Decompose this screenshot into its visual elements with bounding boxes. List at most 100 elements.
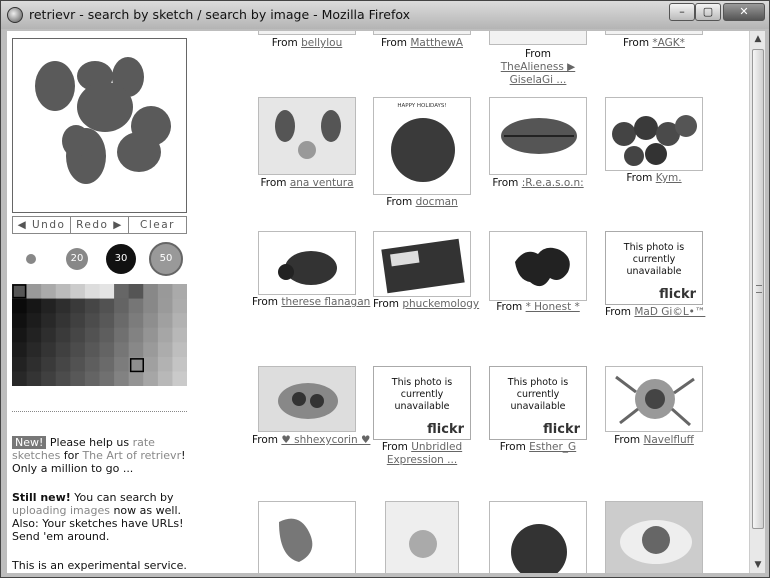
palette-swatch[interactable] [114,371,130,387]
brush-size-50[interactable]: 50 [149,242,183,276]
palette-swatch[interactable] [84,284,100,300]
palette-swatch[interactable] [143,298,159,314]
palette-swatch[interactable] [128,371,144,387]
palette-swatch[interactable] [41,356,57,372]
palette-swatch[interactable] [55,371,71,387]
palette-swatch[interactable] [41,284,57,300]
palette-swatch[interactable] [55,313,71,329]
vertical-scrollbar[interactable]: ▲ ▼ [749,31,765,573]
palette-swatch[interactable] [70,342,86,358]
author-link[interactable]: bellylou [301,37,342,49]
result-thumbnail[interactable] [258,31,356,35]
palette-swatch[interactable] [143,327,159,343]
scroll-down-arrow-icon[interactable]: ▼ [750,557,766,573]
author-link[interactable]: MaD Gi©L•™ [634,306,705,318]
result-thumbnail-food[interactable] [605,501,703,573]
palette-swatch[interactable] [84,327,100,343]
author-link[interactable]: Esther_G [529,441,576,453]
palette-swatch[interactable] [99,356,115,372]
result-thumbnail-plums[interactable] [605,97,703,171]
palette-swatch[interactable] [99,327,115,343]
author-link[interactable]: * Honest * [526,301,580,313]
result-thumbnail-chocolate[interactable] [373,231,471,297]
palette-swatch[interactable] [128,342,144,358]
maximize-button[interactable]: ▢ [695,3,721,21]
palette-swatch[interactable] [84,342,100,358]
author-link[interactable]: MatthewA [410,37,463,49]
palette-swatch[interactable] [12,298,28,314]
palette-swatch[interactable] [41,342,57,358]
palette-swatch[interactable] [172,313,188,329]
author-link[interactable]: phuckemology [402,298,479,310]
palette-swatch[interactable] [114,342,130,358]
author-link[interactable]: :R.e.a.s.o.n: [522,177,584,189]
palette-swatch[interactable] [157,284,173,300]
result-thumbnail[interactable] [373,31,471,35]
palette-swatch[interactable] [143,313,159,329]
palette-swatch[interactable] [41,313,57,329]
palette-swatch[interactable] [12,313,28,329]
result-thumbnail-reindeer[interactable] [258,97,356,175]
palette-swatch[interactable] [12,356,28,372]
photo-unavailable-placeholder[interactable]: This photo is currently unavailable flic… [605,231,703,305]
palette-swatch[interactable] [70,327,86,343]
palette-swatch[interactable] [55,284,71,300]
result-thumbnail-holidays[interactable]: HAPPY HOLIDAYS! [373,97,471,195]
palette-swatch[interactable] [55,298,71,314]
result-thumbnail-map[interactable] [489,231,587,301]
palette-swatch[interactable] [157,298,173,314]
brush-size-small[interactable] [26,254,36,264]
palette-swatch[interactable] [114,298,130,314]
result-thumbnail-flower-sketch[interactable] [258,501,356,573]
minimize-button[interactable]: – [669,3,695,21]
palette-swatch[interactable] [99,313,115,329]
palette-swatch[interactable] [114,327,130,343]
sketch-canvas[interactable] [12,38,187,213]
clear-button[interactable]: Clear [129,217,186,233]
palette-swatch[interactable] [128,298,144,314]
palette-swatch[interactable] [12,371,28,387]
palette-swatch[interactable] [84,356,100,372]
result-thumbnail-apple[interactable] [489,501,587,573]
palette-swatch[interactable] [26,298,42,314]
palette-swatch[interactable] [172,371,188,387]
palette-swatch[interactable] [12,327,28,343]
palette-swatch[interactable] [55,356,71,372]
result-thumbnail[interactable] [489,31,587,45]
result-thumbnail-ladybug[interactable] [258,231,356,295]
photo-unavailable-placeholder[interactable]: This photo is currently unavailable flic… [489,366,587,440]
palette-swatch[interactable] [157,313,173,329]
palette-swatch[interactable] [157,371,173,387]
author-link[interactable]: therese flanagan [281,296,370,308]
palette-swatch[interactable] [128,313,144,329]
palette-swatch[interactable] [128,284,144,300]
palette-swatch[interactable] [99,342,115,358]
author-link[interactable]: docman [416,196,458,208]
palette-swatch[interactable] [12,284,28,300]
palette-swatch[interactable] [84,313,100,329]
palette-swatch[interactable] [26,371,42,387]
author-link[interactable]: TheAlieness ▶ GiselaGi ... [501,61,575,86]
result-thumbnail-flower[interactable] [385,501,459,573]
author-link[interactable]: ♥ shhexycorin ♥ [281,434,370,446]
art-of-retrievr-link[interactable]: The Art of retrievr [82,449,181,462]
palette-swatch[interactable] [26,327,42,343]
undo-button[interactable]: ◀ Undo [13,217,71,233]
palette-swatch[interactable] [143,342,159,358]
palette-swatch[interactable] [26,284,42,300]
result-thumbnail-lips[interactable] [489,97,587,175]
palette-swatch[interactable] [70,356,86,372]
palette-swatch[interactable] [99,284,115,300]
palette-swatch[interactable] [55,327,71,343]
author-link[interactable]: ana ventura [290,177,354,189]
palette-swatch[interactable] [143,284,159,300]
palette-swatch[interactable] [41,298,57,314]
palette-swatch[interactable] [157,327,173,343]
close-button[interactable]: ✕ [723,3,765,21]
palette-swatch[interactable] [172,342,188,358]
palette-swatch[interactable] [114,356,130,372]
palette-swatch[interactable] [84,371,100,387]
palette-swatch[interactable] [157,342,173,358]
palette-swatch[interactable] [157,356,173,372]
palette-swatch[interactable] [70,298,86,314]
